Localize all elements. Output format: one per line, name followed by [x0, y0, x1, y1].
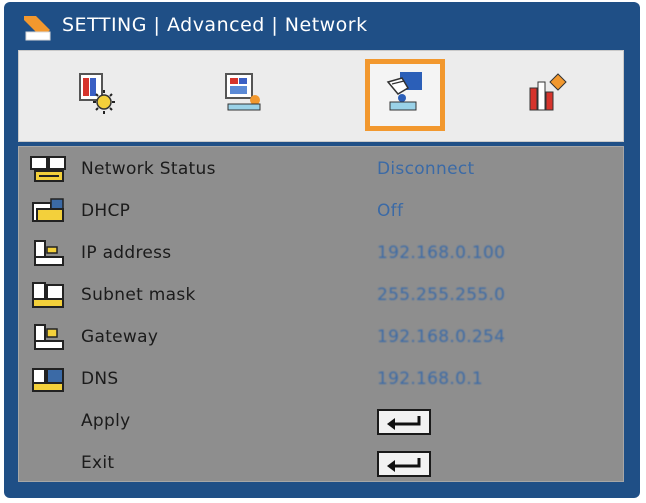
menu-tab-bar [18, 50, 624, 142]
network-status-label: Network Status [81, 159, 216, 179]
dhcp-row[interactable]: DHCP Off [19, 193, 625, 231]
network-status-row[interactable]: Network Status Disconnect [19, 151, 625, 189]
subnet-mask-label: Subnet mask [81, 285, 196, 305]
apply-label: Apply [81, 411, 131, 431]
dns-row[interactable]: DNS 192.168.0.1 [19, 361, 625, 399]
subnet-mask-row[interactable]: Subnet mask 255.255.255.0 [19, 277, 625, 315]
options-tab-icon [524, 70, 570, 120]
enter-icon [379, 416, 429, 437]
ip-address-label: IP address [81, 243, 172, 263]
setting-title-icon [22, 14, 54, 44]
dns-label: DNS [81, 369, 119, 389]
ip-address-value: 192.168.0.100 [377, 243, 506, 263]
dns-value: 192.168.0.1 [377, 369, 484, 389]
dhcp-label: DHCP [81, 201, 131, 221]
dns-icon [29, 365, 71, 395]
ip-address-row[interactable]: IP address 192.168.0.100 [19, 235, 625, 273]
network-status-icon [29, 155, 71, 185]
tab-setting[interactable] [365, 59, 445, 131]
subnet-mask-value: 255.255.255.0 [377, 285, 506, 305]
tab-display[interactable] [205, 59, 285, 131]
exit-enter-button[interactable] [377, 451, 431, 477]
gateway-row[interactable]: Gateway 192.168.0.254 [19, 319, 625, 357]
gateway-icon [29, 323, 71, 353]
exit-label: Exit [81, 453, 115, 473]
title-bar: SETTING | Advanced | Network [4, 2, 640, 50]
dhcp-icon [29, 197, 71, 227]
tab-image[interactable] [57, 59, 137, 131]
menu-title: SETTING | Advanced | Network [62, 14, 368, 36]
image-tab-icon [74, 70, 120, 120]
gateway-label: Gateway [81, 327, 159, 347]
gateway-value: 192.168.0.254 [377, 327, 506, 347]
subnet-mask-icon [29, 281, 71, 311]
tab-options[interactable] [507, 59, 587, 131]
ip-address-icon [29, 239, 71, 269]
enter-icon [379, 458, 429, 479]
osd-menu: SETTING | Advanced | Network Network Sta… [4, 2, 640, 498]
network-status-value: Disconnect [377, 159, 475, 179]
setting-tab-icon [382, 70, 428, 120]
network-settings-list: Network Status Disconnect DHCP Off IP ad… [18, 146, 624, 482]
apply-row[interactable]: Apply [19, 403, 625, 441]
apply-enter-button[interactable] [377, 409, 431, 435]
dhcp-value: Off [377, 201, 404, 221]
exit-row[interactable]: Exit [19, 445, 625, 483]
display-tab-icon [222, 70, 268, 120]
